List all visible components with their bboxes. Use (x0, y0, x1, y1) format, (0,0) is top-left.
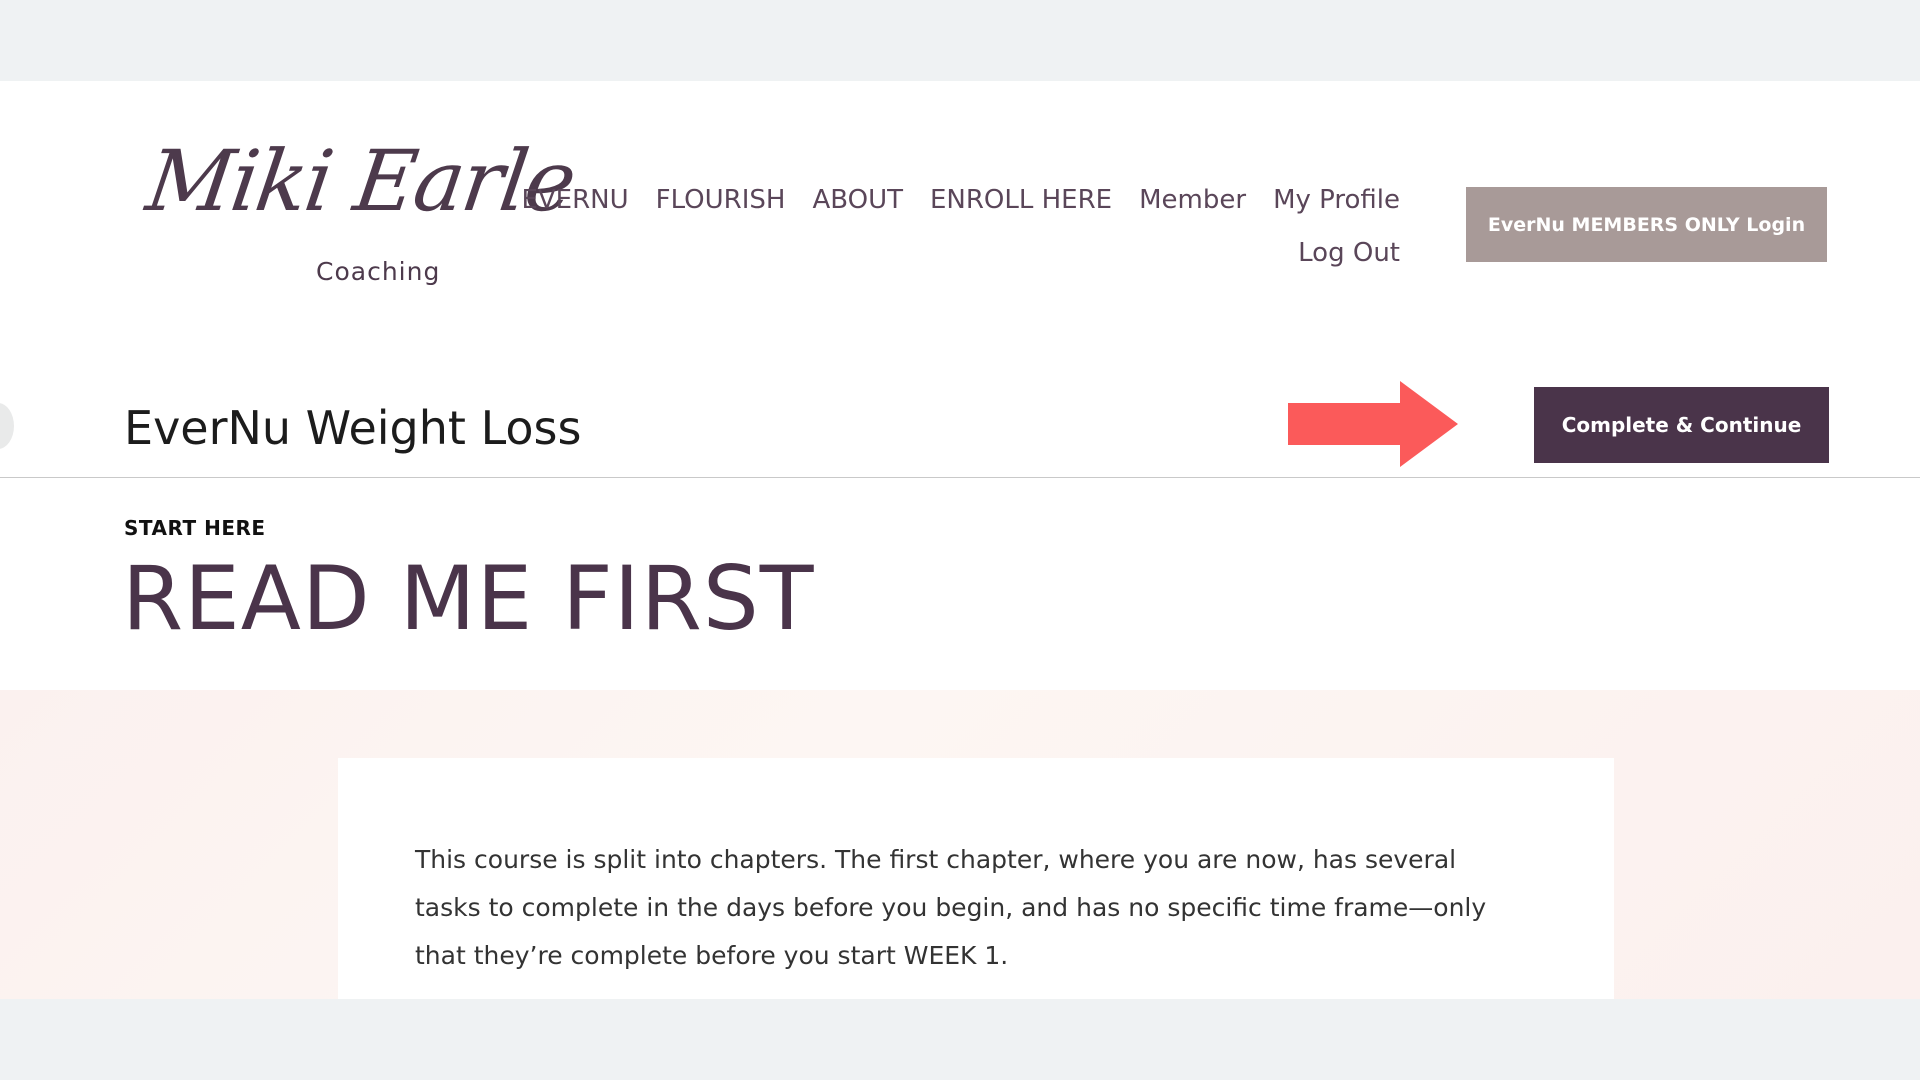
nav-item-about[interactable]: ABOUT (812, 185, 903, 215)
nav-item-my-profile[interactable]: My Profile (1273, 185, 1400, 215)
nav-item-evernu[interactable]: EVERNU (521, 185, 628, 215)
sidebar-toggle-tab[interactable] (0, 403, 14, 449)
course-title: EverNu Weight Loss (124, 401, 582, 455)
nav-item-flourish[interactable]: FLOURISH (656, 185, 786, 215)
arrow-right-icon (1288, 381, 1458, 467)
lesson-content-area: This course is split into chapters. The … (0, 690, 1920, 999)
course-header-bar: EverNu Weight Loss Complete & Continue (0, 381, 1920, 478)
main-nav: EVERNU FLOURISH ABOUT ENROLL HERE Member… (521, 179, 1400, 274)
lesson-section-label: START HERE (124, 516, 266, 540)
lesson-body-text: This course is split into chapters. The … (415, 845, 1487, 970)
nav-row-primary: EVERNU FLOURISH ABOUT ENROLL HERE Member… (521, 179, 1400, 221)
site-logo[interactable]: Miki Earle Coaching (141, 132, 580, 309)
complete-continue-button[interactable]: Complete & Continue (1534, 387, 1829, 463)
nav-row-secondary: Log Out (540, 232, 1400, 274)
lesson-text-card: This course is split into chapters. The … (338, 758, 1614, 999)
nav-item-member[interactable]: Member (1139, 185, 1246, 215)
logo-subtitle: Coaching (316, 257, 441, 286)
page-frame: Miki Earle Coaching EVERNU FLOURISH ABOU… (0, 81, 1920, 999)
nav-item-enroll-here[interactable]: ENROLL HERE (930, 185, 1112, 215)
logo-script-text: Miki Earle (141, 132, 581, 230)
lesson-title: READ ME FIRST (122, 547, 815, 650)
nav-item-log-out[interactable]: Log Out (1298, 238, 1400, 268)
members-login-button[interactable]: EverNu MEMBERS ONLY Login (1466, 187, 1827, 262)
